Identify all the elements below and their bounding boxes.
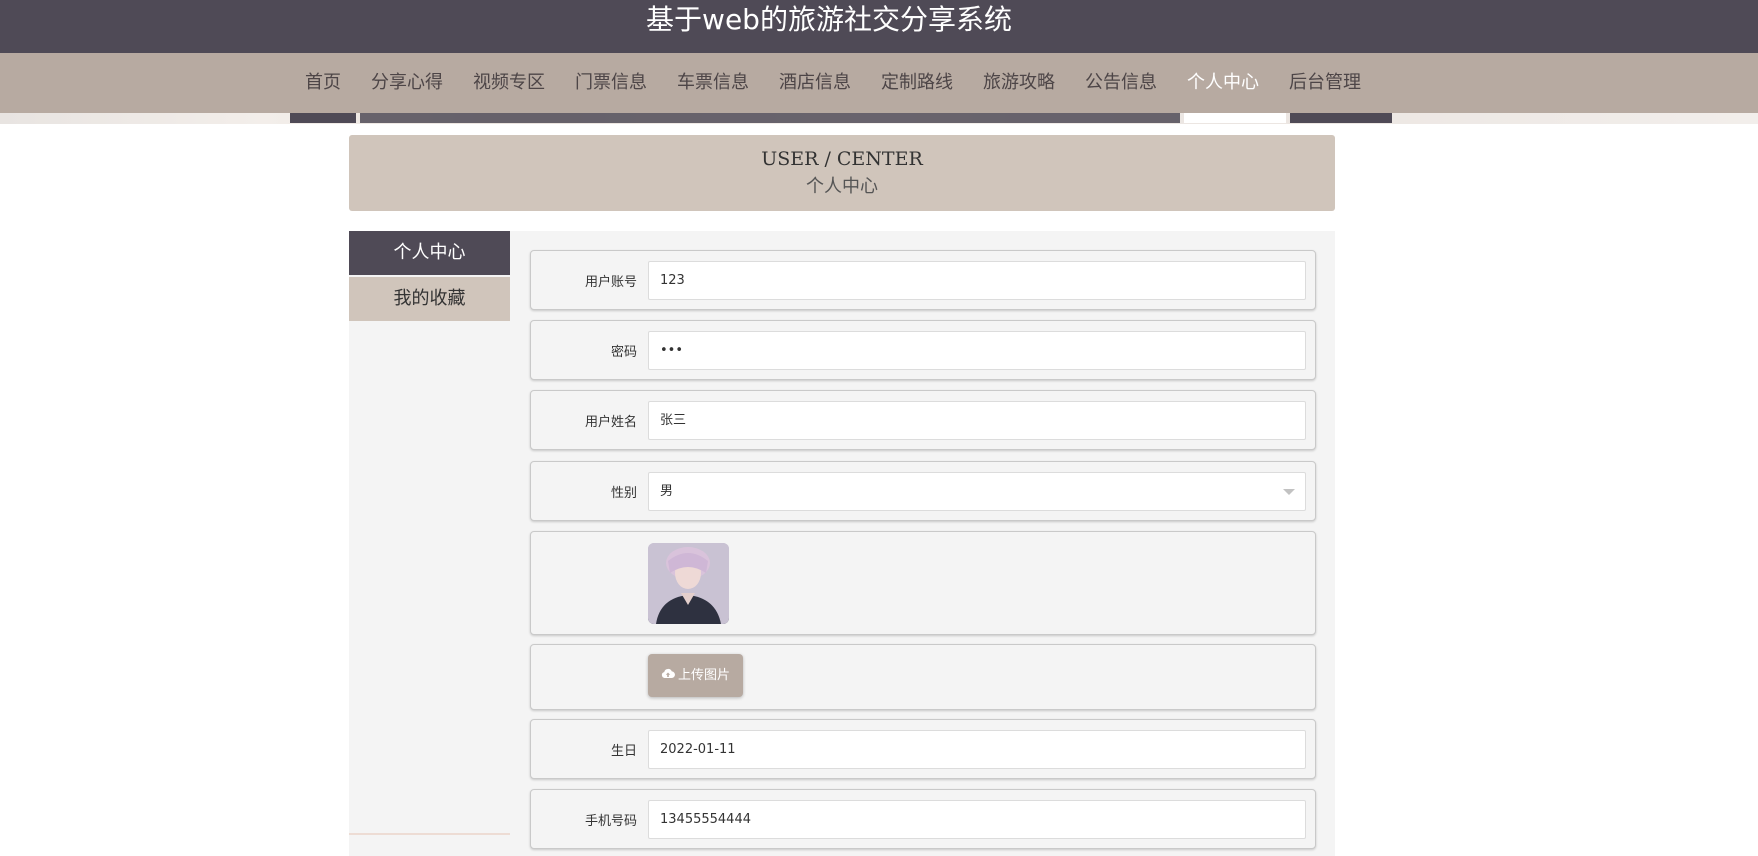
fullname-label: 用户姓名 [584,415,637,430]
sidebar-item-favorites[interactable]: 我的收藏 [349,277,510,321]
form-row-password: 密码 ••• [530,320,1316,380]
sidebar: 个人中心 我的收藏 [349,231,510,836]
gender-select[interactable]: 男 [648,472,1306,511]
username-label: 用户账号 [584,275,637,290]
nav-indicator [290,113,356,123]
form-row-gender: 性别 男 [530,461,1316,521]
nav-item-custom-routes[interactable]: 定制路线 [866,53,968,113]
birthday-input[interactable]: 2022-01-11 [648,730,1306,769]
password-label: 密码 [610,345,637,360]
form-row-upload: 上传图片 [530,644,1316,710]
upload-button-label: 上传图片 [677,668,730,683]
gender-selected-value: 男 [660,484,674,499]
nav-indicator [360,113,1180,123]
upload-image-button[interactable]: 上传图片 [648,654,743,697]
nav-item-admin[interactable]: 后台管理 [1274,53,1376,113]
form-row-fullname: 用户姓名 张三 [530,390,1316,450]
password-input[interactable]: ••• [648,331,1306,370]
main-nav: 首页 分享心得 视频专区 门票信息 车票信息 酒店信息 定制路线 旅游攻略 公告… [0,53,1758,124]
cloud-upload-icon [661,654,675,697]
nav-item-notices[interactable]: 公告信息 [1070,53,1172,113]
nav-item-train-tickets[interactable]: 车票信息 [662,53,764,113]
site-header: 基于web的旅游社交分享系统 [0,0,1758,53]
form-row-birthday: 生日 2022-01-11 [530,719,1316,779]
page-banner: USER / CENTER 个人中心 [349,135,1335,211]
nav-item-user-center[interactable]: 个人中心 [1172,53,1274,113]
nav-item-share[interactable]: 分享心得 [356,53,458,113]
form-row-username: 用户账号 123 [530,250,1316,310]
avatar-image [648,543,729,624]
nav-indicator [1290,113,1392,123]
nav-item-hotels[interactable]: 酒店信息 [764,53,866,113]
banner-title-en: USER / CENTER [761,148,923,170]
chevron-down-icon [1283,489,1295,495]
fullname-input[interactable]: 张三 [648,401,1306,440]
phone-input[interactable]: 13455554444 [648,800,1306,839]
nav-items: 首页 分享心得 视频专区 门票信息 车票信息 酒店信息 定制路线 旅游攻略 公告… [290,53,1376,113]
sidebar-divider [349,833,510,835]
gender-label: 性别 [610,486,637,501]
birthday-label: 生日 [610,744,637,759]
sidebar-item-user-center[interactable]: 个人中心 [349,231,510,275]
nav-item-home[interactable]: 首页 [290,53,356,113]
banner-title-cn: 个人中心 [806,176,878,197]
username-input[interactable]: 123 [648,261,1306,300]
nav-item-video[interactable]: 视频专区 [458,53,560,113]
form-row-avatar [530,531,1316,635]
nav-item-guides[interactable]: 旅游攻略 [968,53,1070,113]
avatar-portrait [648,543,729,624]
main-content: 个人中心 我的收藏 用户账号 123 密码 ••• 用户姓名 张三 性别 男 上… [349,231,1335,856]
phone-label: 手机号码 [584,814,637,829]
nav-indicator-active [1184,113,1286,123]
site-title: 基于web的旅游社交分享系统 [646,3,1012,36]
form-row-phone: 手机号码 13455554444 [530,789,1316,849]
nav-item-tickets[interactable]: 门票信息 [560,53,662,113]
